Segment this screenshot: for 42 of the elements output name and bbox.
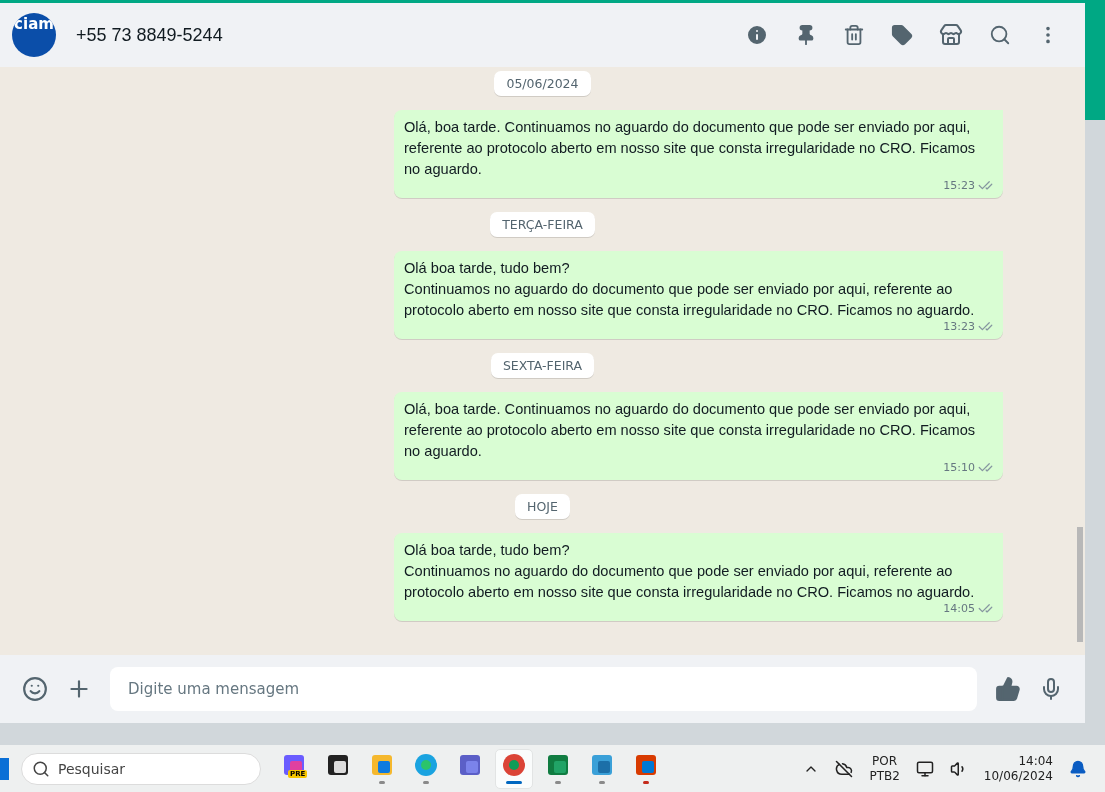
search-icon (32, 759, 50, 778)
contact-name[interactable]: +55 73 8849-5244 (76, 24, 725, 46)
date-chip: HOJE (515, 494, 570, 519)
message-text: Olá, boa tarde. Continuamos no aguardo do documento que pode ser enviado por aqui, referente ao protocolo aberto em nosso site que consta irregularidade no CRO. Ficamos no aguardo. (404, 400, 977, 461)
message-time: 15:10 (943, 461, 975, 474)
message-input[interactable]: Digite uma mensagem (110, 667, 977, 711)
emoji-icon[interactable] (22, 676, 48, 702)
message-text: Olá boa tarde, tudo bem? (404, 259, 571, 278)
app-icon (414, 753, 438, 777)
app-icon (326, 753, 350, 777)
tag-icon[interactable] (891, 24, 913, 46)
app-icon (370, 753, 394, 777)
message-text: Continuamos no aguardo do documento que pode ser enviado por aqui, referente ao protocolo aberto em nosso site que consta irregularidade no CRO. Ficamos no aguardo. (404, 562, 976, 602)
taskbar-search[interactable]: Pesquisar (21, 752, 261, 785)
taskbar-clock[interactable]: 14:04 10/06/2024 (983, 753, 1053, 784)
cloud-off-icon[interactable] (835, 759, 854, 778)
trash-icon[interactable] (843, 24, 865, 46)
app-icon (546, 753, 570, 777)
message-text: Olá, boa tarde. Continuamos no aguardo do documento que pode ser enviado por aqui, referente ao protocolo aberto em nosso site que consta irregularidade no CRO. Ficamos no aguardo. (404, 118, 977, 179)
language-indicator[interactable]: POR PTB2 (869, 753, 900, 784)
search-icon[interactable] (989, 24, 1011, 46)
contact-avatar[interactable]: ciam (12, 13, 56, 57)
message-time: 15:23 (943, 179, 975, 192)
date-chip: 05/06/2024 (494, 71, 591, 96)
message-text: Continuamos no aguardo do documento que pode ser enviado por aqui, referente ao protocolo aberto em nosso site que consta irregularidade no CRO. Ficamos no aguardo. (404, 280, 976, 320)
app-icon (590, 753, 614, 777)
message-time: 14:05 (943, 602, 975, 615)
date-chip: TERÇA-FEIRA (490, 212, 595, 237)
app-icon (502, 753, 526, 777)
store-icon[interactable] (939, 23, 963, 47)
message-text: Olá boa tarde, tudo bem? (404, 541, 571, 560)
bell-icon[interactable] (1069, 759, 1087, 778)
message-time: 13:23 (943, 320, 975, 333)
thumbs-up-icon[interactable] (995, 676, 1021, 702)
network-icon[interactable] (915, 759, 934, 778)
start-icon[interactable] (0, 757, 9, 780)
info-icon[interactable] (745, 23, 769, 47)
app-icon (282, 753, 306, 777)
app-icon (458, 753, 482, 777)
scrollbar-thumb[interactable] (1077, 527, 1083, 642)
date-chip: SEXTA-FEIRA (490, 353, 595, 378)
app-icon (634, 753, 658, 777)
